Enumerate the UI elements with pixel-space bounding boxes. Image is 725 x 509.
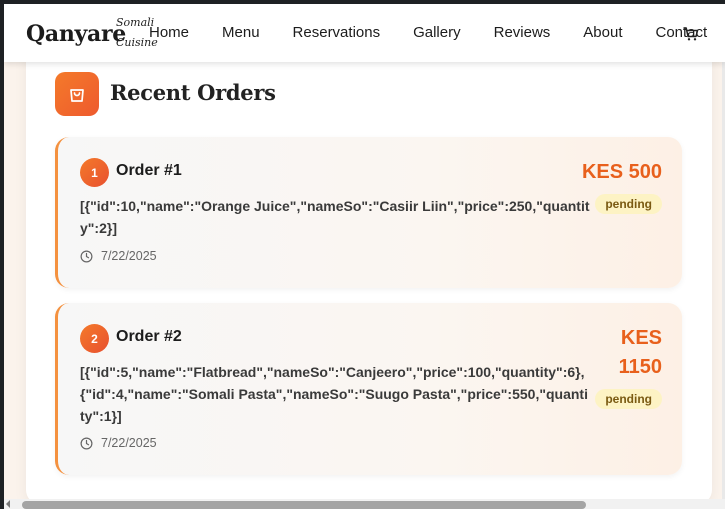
nav-item-reviews[interactable]: Reviews — [494, 24, 551, 41]
nav-item-home[interactable]: Home — [149, 24, 189, 41]
clock-icon — [80, 250, 93, 262]
brand-name: Qanyare — [26, 21, 126, 47]
order-card: 1 Order #1 [{"id":10,"name":"Orange Juic… — [55, 137, 682, 288]
nav-item-contact[interactable]: Contact — [656, 24, 708, 41]
status-badge: pending — [595, 389, 662, 409]
order-card: 2 Order #2 [{"id":5,"name":"Flatbread","… — [55, 303, 682, 475]
order-items: [{"id":10,"name":"Orange Juice","nameSo"… — [80, 198, 590, 236]
order-number-badge: 1 — [80, 158, 109, 187]
order-date-text: 7/22/2025 — [101, 436, 157, 450]
nav-links: Home Menu Reservations Gallery Reviews A… — [149, 24, 725, 41]
order-number-badge: 2 — [80, 324, 109, 353]
shopping-bag-icon — [55, 72, 99, 116]
order-items: [{"id":5,"name":"Flatbread","nameSo":"Ca… — [80, 364, 588, 424]
horizontal-scrollbar-thumb[interactable] — [22, 501, 586, 509]
clock-icon — [80, 437, 93, 449]
status-badge: pending — [595, 194, 662, 214]
section-title: Recent Orders — [110, 80, 276, 105]
shopping-cart-icon[interactable] — [683, 26, 699, 42]
scroll-left-arrow-icon[interactable] — [6, 500, 10, 508]
horizontal-scrollbar[interactable] — [4, 499, 725, 509]
order-title: Order #1 — [116, 162, 182, 179]
order-price: KES 500 — [581, 161, 662, 183]
recent-orders-panel: Recent Orders 1 Order #1 [{"id":10,"name… — [26, 44, 712, 504]
page-viewport: Qanyare Somali Cuisine Home Menu Reserva… — [4, 4, 725, 509]
navbar: Qanyare Somali Cuisine Home Menu Reserva… — [4, 4, 725, 62]
nav-item-about[interactable]: About — [583, 24, 622, 41]
order-date-text: 7/22/2025 — [101, 249, 157, 263]
order-title: Order #2 — [116, 328, 182, 345]
order-date: 7/22/2025 — [80, 249, 157, 263]
nav-item-gallery[interactable]: Gallery — [413, 24, 461, 41]
order-price: KES 1150 — [618, 327, 662, 378]
nav-item-reservations[interactable]: Reservations — [293, 24, 381, 41]
order-date: 7/22/2025 — [80, 436, 157, 450]
nav-item-menu[interactable]: Menu — [222, 24, 260, 41]
